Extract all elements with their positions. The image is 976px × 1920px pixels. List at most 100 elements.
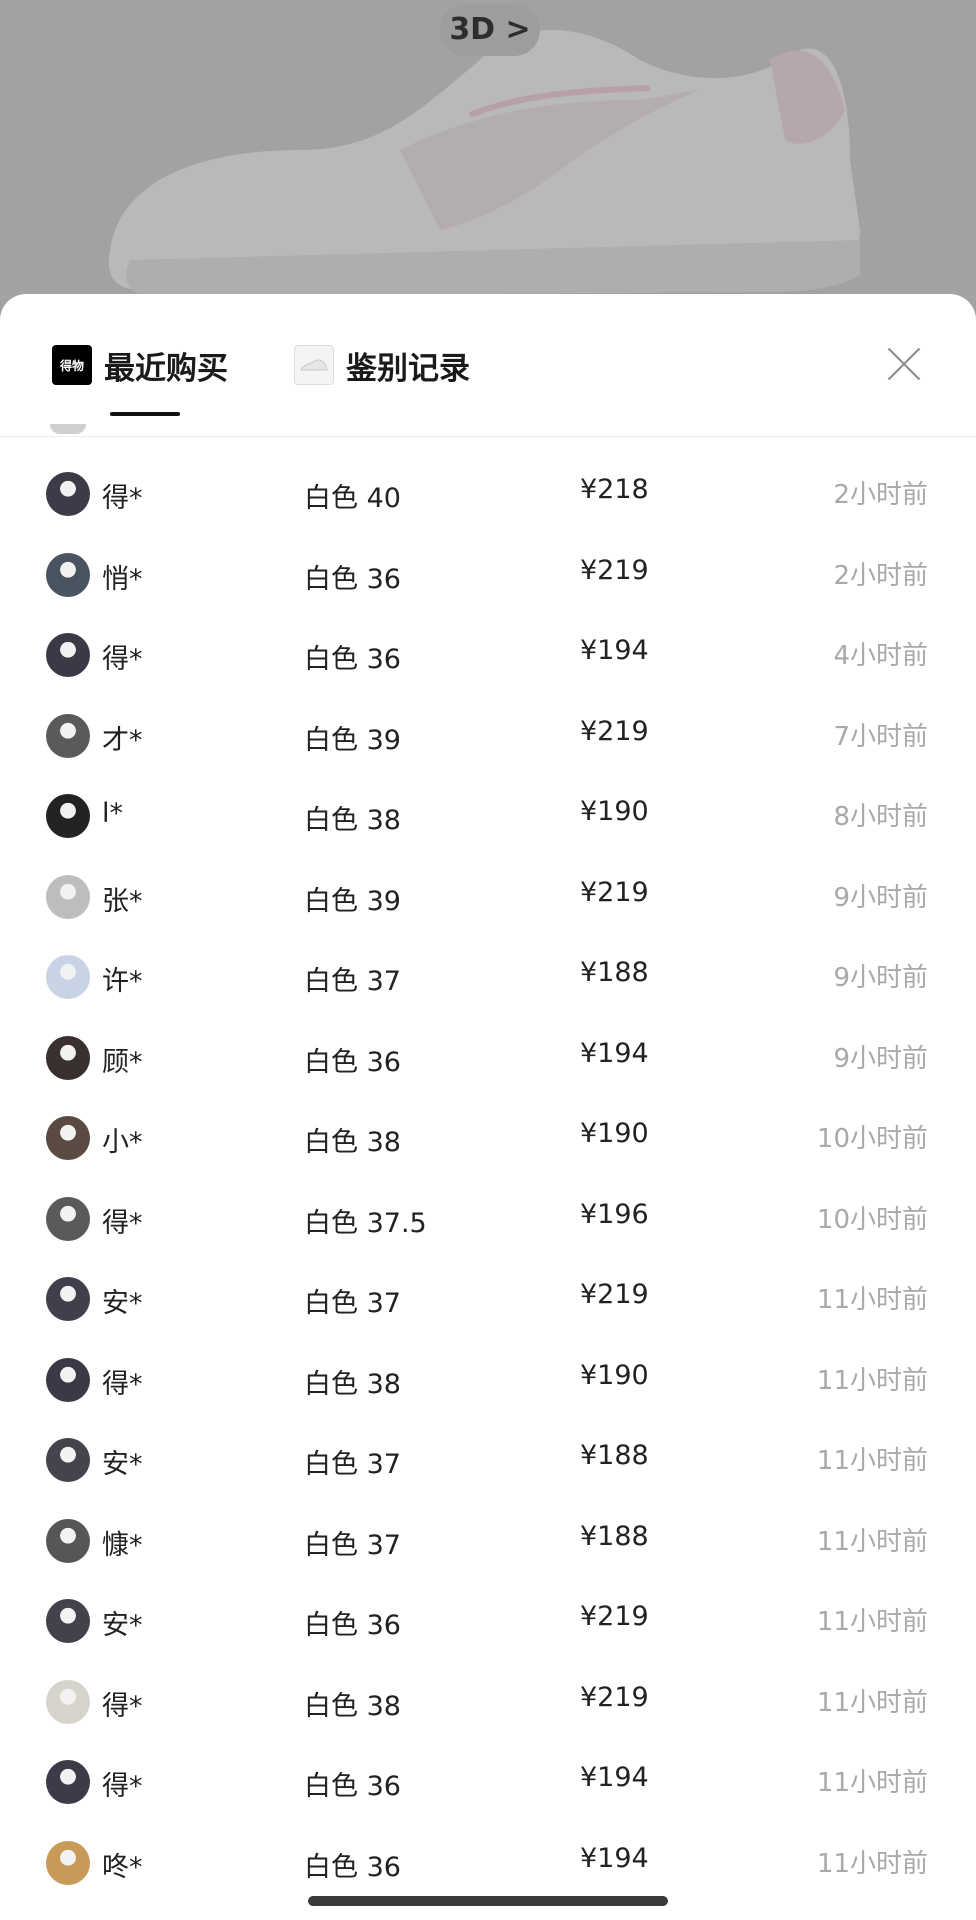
- price: ¥190: [580, 1359, 649, 1391]
- size-spec: 白色 36: [304, 563, 401, 595]
- size-spec: 白色 37: [304, 1529, 401, 1561]
- buyer-name: 安*: [102, 1449, 143, 1480]
- purchase-time: 2小时前: [833, 560, 928, 591]
- purchase-time: 9小时前: [833, 963, 928, 993]
- avatar: [46, 1840, 90, 1885]
- tab-bar: 得物 最近购买 鉴别记录: [0, 294, 976, 437]
- price: ¥219: [580, 1681, 649, 1713]
- buyer-name: 得*: [102, 1207, 143, 1239]
- avatar: [46, 1760, 90, 1804]
- size-spec: 白色 38: [304, 1690, 401, 1722]
- price: ¥196: [580, 1198, 649, 1230]
- tab-authentication-records[interactable]: 鉴别记录: [294, 342, 470, 388]
- list-item: 张* 白色 39 ¥219 9小时前: [0, 861, 976, 942]
- shoe-thumb-icon: [294, 345, 334, 385]
- list-item: 安* 白色 36 ¥219 11小时前: [0, 1585, 976, 1666]
- buyer-name: 悄*: [102, 563, 143, 595]
- buyer-name: 才*: [102, 724, 143, 756]
- buyer-name: 慷*: [102, 1529, 143, 1561]
- size-spec: 白色 40: [304, 483, 401, 514]
- purchase-time: 11小时前: [816, 1687, 928, 1718]
- price: ¥219: [580, 1601, 649, 1632]
- buyer-name: 张*: [102, 885, 143, 917]
- price: ¥190: [580, 796, 649, 827]
- buyer-name: 许*: [102, 966, 143, 997]
- buyer-name: 得*: [102, 1771, 143, 1802]
- size-spec: 白色 38: [304, 1368, 401, 1400]
- avatar: [46, 1035, 90, 1080]
- avatar: [46, 552, 90, 597]
- avatar: [46, 955, 90, 999]
- price: ¥219: [580, 715, 649, 747]
- buyer-name: 得*: [102, 644, 143, 675]
- price: ¥219: [580, 876, 649, 908]
- purchase-time: 4小时前: [833, 641, 928, 671]
- size-spec: 白色 39: [304, 885, 401, 917]
- purchase-time: 11小时前: [816, 1768, 928, 1798]
- buyer-name: 得*: [102, 1690, 143, 1722]
- buyer-name: 得*: [102, 483, 143, 514]
- price: ¥188: [580, 1440, 649, 1471]
- purchase-time: 7小时前: [833, 721, 928, 752]
- avatar: [46, 1679, 90, 1724]
- dewu-logo-icon: 得物: [52, 345, 92, 385]
- purchase-time: 9小时前: [833, 1043, 928, 1074]
- purchase-time: 11小时前: [816, 1285, 928, 1315]
- list-item: 得* 白色 38 ¥219 11小时前: [0, 1666, 976, 1747]
- purchase-time: 11小时前: [816, 1848, 928, 1879]
- buyer-name: 安*: [102, 1610, 143, 1641]
- avatar: [46, 633, 90, 677]
- 3d-view-button[interactable]: 3D >: [440, 4, 540, 56]
- product-image-area: 3D >: [0, 0, 976, 330]
- purchase-list: 得* 白色 40 ¥218 2小时前 悄* 白色 36 ¥219 2小时前 得* 白色 36 ¥19…: [0, 458, 976, 1907]
- purchase-time: 10小时前: [816, 1124, 928, 1154]
- avatar: [46, 1196, 90, 1241]
- size-spec: 白色 38: [304, 805, 401, 836]
- list-item: 悄* 白色 36 ¥219 2小时前: [0, 539, 976, 620]
- purchase-time: 11小时前: [816, 1607, 928, 1637]
- price: ¥194: [580, 1842, 649, 1874]
- active-tab-indicator: [110, 412, 180, 416]
- list-item: 得* 白色 40 ¥218 2小时前: [0, 458, 976, 539]
- price: ¥190: [580, 1118, 649, 1149]
- list-item: 安* 白色 37 ¥219 11小时前: [0, 1263, 976, 1344]
- purchase-time: 8小时前: [833, 802, 928, 832]
- price: ¥218: [580, 474, 649, 505]
- close-icon[interactable]: [886, 346, 922, 382]
- list-item: 小* 白色 38 ¥190 10小时前: [0, 1102, 976, 1183]
- size-spec: 白色 36: [304, 644, 401, 675]
- tab-label: 最近购买: [104, 350, 228, 387]
- purchase-time: 9小时前: [833, 882, 928, 913]
- list-item: 安* 白色 37 ¥188 11小时前: [0, 1424, 976, 1505]
- list-item: 才* 白色 39 ¥219 7小时前: [0, 700, 976, 781]
- price: ¥194: [580, 1762, 649, 1793]
- price: ¥219: [580, 554, 649, 586]
- price: ¥188: [580, 1520, 649, 1552]
- buyer-name: 顾*: [102, 1046, 143, 1078]
- size-spec: 白色 36: [304, 1851, 401, 1883]
- tab-label: 鉴别记录: [346, 350, 470, 387]
- avatar: [46, 1599, 90, 1643]
- buyer-name: l*: [102, 798, 124, 829]
- purchase-time: 2小时前: [833, 480, 928, 510]
- avatar: [46, 1438, 90, 1482]
- purchase-time: 11小时前: [816, 1526, 928, 1557]
- size-spec: 白色 37.5: [304, 1207, 427, 1239]
- list-item: 得* 白色 36 ¥194 11小时前: [0, 1746, 976, 1827]
- buyer-name: 小*: [102, 1127, 143, 1158]
- purchase-time: 11小时前: [816, 1365, 928, 1396]
- purchase-time: 10小时前: [816, 1204, 928, 1235]
- price: ¥219: [580, 1279, 649, 1310]
- tab-recent-purchases[interactable]: 得物 最近购买: [52, 342, 228, 388]
- avatar: [46, 874, 90, 919]
- size-spec: 白色 38: [304, 1127, 401, 1158]
- avatar: [46, 1116, 90, 1160]
- avatar: [46, 1518, 90, 1563]
- price: ¥194: [580, 635, 649, 666]
- price: ¥188: [580, 957, 649, 988]
- size-spec: 白色 36: [304, 1046, 401, 1078]
- avatar: [46, 713, 90, 758]
- size-spec: 白色 36: [304, 1771, 401, 1802]
- avatar: [46, 1357, 90, 1402]
- list-item: 咚* 白色 36 ¥194 11小时前: [0, 1827, 976, 1908]
